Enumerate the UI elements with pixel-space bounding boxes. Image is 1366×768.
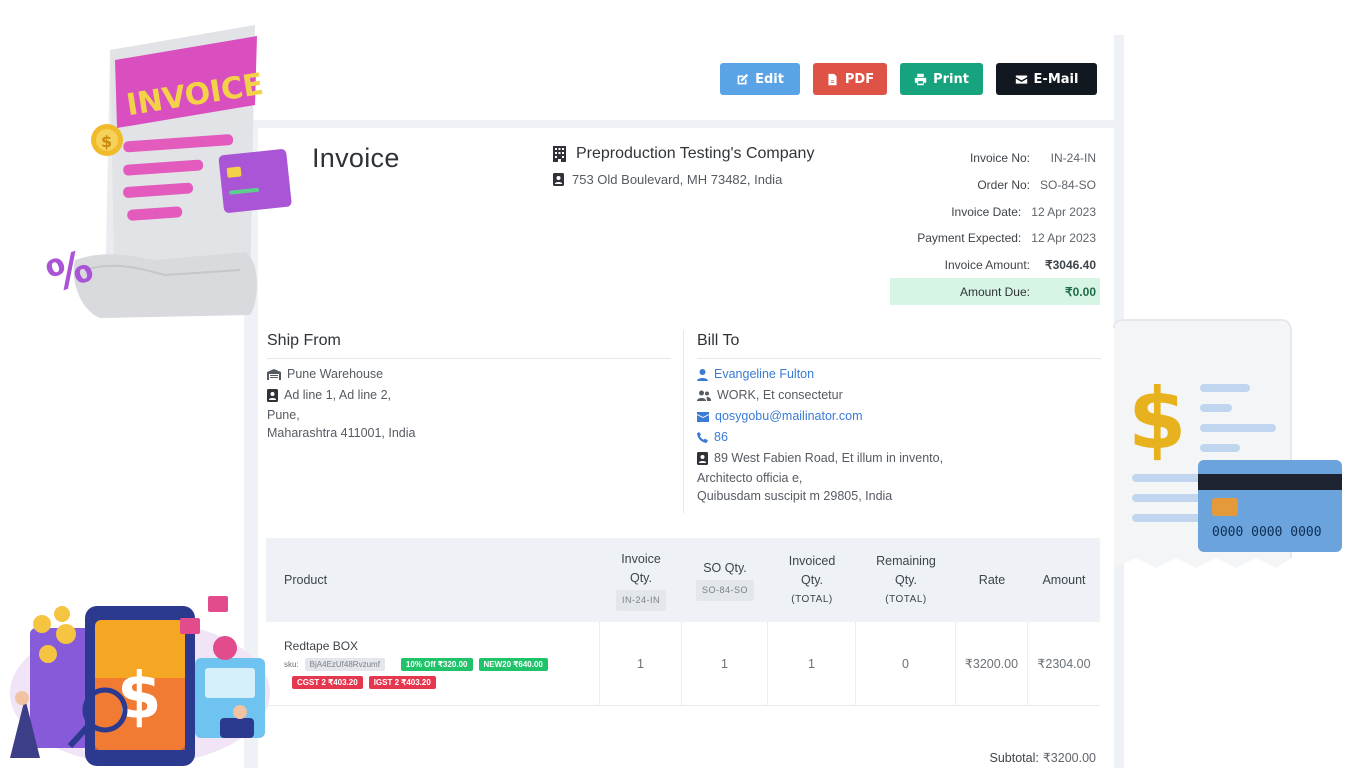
ship-from-section: Ship From Pune Warehouse Ad line 1, Ad l… (267, 332, 671, 442)
invoice-no-chip: IN-24-IN (615, 589, 666, 611)
address-divider (683, 330, 684, 513)
envelope-icon (697, 411, 709, 422)
order-no-chip: SO-84-SO (695, 580, 754, 601)
bill-to-line1: 89 West Fabien Road, Et illum in invento… (697, 448, 1101, 469)
coin-dollar-icon: $ (101, 132, 112, 151)
subtotal-label: Subtotal: (989, 751, 1039, 765)
address-card-icon (267, 389, 278, 402)
meta-amount-due: Amount Due: ₹0.00 (890, 278, 1100, 306)
subtotal: Subtotal: ₹3200.00 (990, 750, 1096, 765)
ship-from-line2: Pune, (267, 408, 300, 422)
meta-invoice-no: Invoice No: IN-24-IN (969, 151, 1096, 166)
phone-icon (697, 432, 708, 443)
pdf-button-label: PDF (844, 71, 875, 87)
bill-to-line3: Quibusdam suscipit m 29805, India (697, 489, 893, 503)
finance-illustration: $ (10, 596, 270, 766)
ship-from-warehouse: Pune Warehouse (267, 364, 671, 385)
product-name: Redtape BOX (284, 638, 359, 653)
product-cell: Redtape BOX sku: BjA4EzUf48Rvzumf 10% Of… (266, 622, 600, 705)
header-remaining-qty: Remaining Qty. (TOTAL) (876, 553, 936, 605)
header-invoice-qty: Invoice Qty. IN-24-IN (600, 538, 682, 622)
header-invoiced-qty: Invoiced Qty. (TOTAL) (788, 553, 836, 605)
company-address: 753 Old Boulevard, MH 73482, India (572, 172, 783, 187)
discount-chip: 10% Off ₹320.00 (400, 657, 473, 671)
bill-to-phone[interactable]: 86 (697, 427, 1101, 448)
table-header: Product Invoice Qty. IN-24-IN SO Qty. SO… (266, 538, 1100, 622)
meta-invoice-date: Invoice Date: 12 Apr 2023 (951, 204, 1096, 219)
dollar-sign-icon: $ (117, 660, 162, 734)
tax-chip: CGST 2 ₹403.20 (292, 675, 363, 689)
cell-invoiced-qty: 1 (768, 622, 856, 705)
header-product: Product (284, 573, 328, 587)
address-card-icon (553, 173, 564, 186)
users-icon (697, 390, 711, 401)
cell-rate: ₹3200.00 (956, 622, 1028, 705)
pdf-button[interactable]: PDF (813, 63, 887, 95)
action-toolbar: Edit PDF Print E-Mail (720, 63, 1097, 95)
dollar-sign-icon: $ (1128, 370, 1186, 468)
pdf-file-icon (828, 73, 837, 85)
company-info: Preproduction Testing's Company 753 Old … (553, 145, 814, 187)
address-card-icon (697, 452, 708, 465)
bill-to-section: Bill To Evangeline Fulton WORK, Et conse… (697, 332, 1101, 505)
header-rate: Rate (978, 573, 1006, 587)
edit-button[interactable]: Edit (720, 63, 800, 95)
bill-to-heading: Bill To (697, 332, 1101, 359)
invoice-meta: Invoice No: IN-24-IN Order No: SO-84-SO … (890, 145, 1100, 306)
sku-label: sku: (284, 659, 299, 669)
edit-button-label: Edit (755, 71, 784, 87)
tax-chip: IGST 2 ₹403.20 (368, 675, 436, 689)
discount-chip: NEW20 ₹640.00 (478, 657, 548, 671)
envelope-icon (1015, 74, 1027, 84)
cell-invoice-qty: 1 (600, 622, 682, 705)
card-number-text: 0000 0000 0000 (1212, 525, 1322, 540)
print-button-label: Print (933, 71, 969, 87)
subtotal-value: ₹3200.00 (1042, 751, 1096, 765)
sku-chip: BjA4EzUf48Rvzumf (304, 657, 385, 671)
page-title: Invoice (312, 143, 400, 173)
top-divider (258, 120, 1116, 128)
printer-icon (914, 73, 927, 85)
ship-from-line1: Ad line 1, Ad line 2, (267, 385, 671, 406)
products-table: Product Invoice Qty. IN-24-IN SO Qty. SO… (266, 538, 1100, 706)
ship-from-line3: Maharashtra 411001, India (267, 426, 416, 440)
cell-amount: ₹2304.00 (1037, 657, 1091, 671)
bill-to-email[interactable]: qosygobu@mailinator.com (697, 406, 1101, 427)
bill-to-work: WORK, Et consectetur (697, 385, 1101, 406)
table-row: Redtape BOX sku: BjA4EzUf48Rvzumf 10% Of… (266, 622, 1100, 706)
meta-invoice-amount: Invoice Amount: ₹3046.40 (944, 258, 1096, 273)
company-name: Preproduction Testing's Company (576, 145, 815, 162)
building-icon (553, 146, 566, 162)
cell-so-qty: 1 (682, 622, 768, 705)
email-button[interactable]: E-Mail (996, 63, 1097, 95)
warehouse-icon (267, 369, 281, 380)
company-name-row: Preproduction Testing's Company (553, 145, 814, 163)
meta-payment-expected: Payment Expected: 12 Apr 2023 (917, 231, 1096, 246)
print-button[interactable]: Print (900, 63, 983, 95)
header-so-qty: SO Qty. SO-84-SO (682, 538, 768, 622)
email-button-label: E-Mail (1033, 71, 1079, 87)
bill-to-name[interactable]: Evangeline Fulton (697, 364, 1101, 385)
receipt-card-illustration: $ 0000 0000 0000 (1113, 319, 1342, 568)
meta-order-no: Order No: SO-84-SO (977, 178, 1097, 193)
company-address-row: 753 Old Boulevard, MH 73482, India (553, 172, 814, 187)
cell-remaining-qty: 0 (856, 622, 956, 705)
user-icon (697, 368, 708, 381)
ship-from-heading: Ship From (267, 332, 671, 359)
invoice-page: Edit PDF Print E-Mail Invoice Preproduct… (0, 0, 1366, 768)
header-amount: Amount (1042, 573, 1086, 587)
edit-icon (737, 73, 749, 84)
invoice-scroll-illustration: INVOICE $ % (45, 25, 292, 318)
bill-to-line2: Architecto officia e, (697, 471, 803, 485)
